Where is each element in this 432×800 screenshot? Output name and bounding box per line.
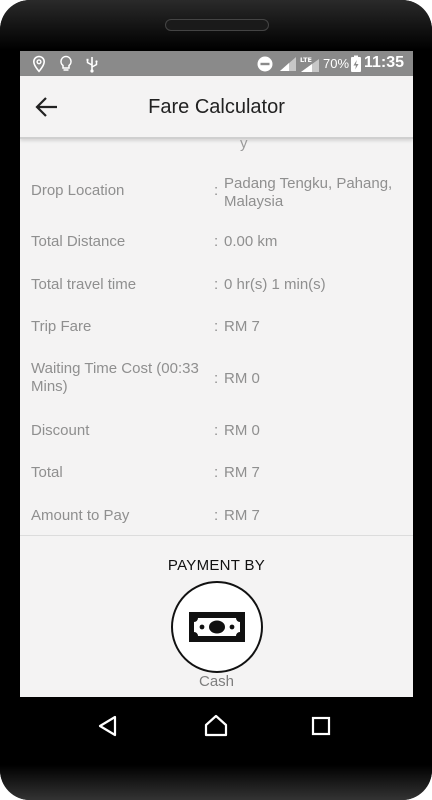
- fare-row-separator: :: [214, 233, 219, 250]
- home-circle-icon[interactable]: [203, 713, 229, 739]
- fare-row-value: RM 7: [224, 507, 260, 524]
- fare-row-label: Total travel time: [31, 276, 137, 293]
- recents-square-icon[interactable]: [308, 713, 334, 739]
- location-pin-icon: [32, 55, 46, 73]
- lightbulb-icon: [60, 55, 72, 71]
- battery-charging-icon: [351, 55, 361, 72]
- payment-title: PAYMENT BY: [167, 557, 266, 574]
- do-not-disturb-icon: [257, 56, 273, 72]
- fare-row-value: 0.00 km: [224, 233, 278, 250]
- fare-row-separator: :: [214, 318, 219, 335]
- page-title: Fare Calculator: [148, 96, 285, 118]
- usb-icon: [86, 57, 98, 73]
- status-time: 11:35: [364, 54, 405, 71]
- android-nav-bar: [0, 697, 432, 765]
- screen: LTE 70% 11:35 Fare Calculator y Drop Loc…: [20, 51, 413, 697]
- fare-row-label: Total: [31, 464, 63, 481]
- battery-percent: 70%: [323, 56, 350, 71]
- fare-row-value: RM 7: [224, 318, 260, 335]
- cut-off-text: y: [240, 135, 248, 152]
- section-divider: [20, 535, 413, 536]
- signal-icon: [280, 57, 296, 71]
- fare-row-separator: :: [214, 182, 219, 199]
- fare-row-label: Waiting Time Cost (00:33 Mins): [31, 360, 199, 395]
- app-bar: Fare Calculator: [20, 76, 413, 139]
- cash-payment-button[interactable]: [171, 581, 263, 673]
- fare-row-separator: :: [214, 464, 219, 481]
- fare-row-separator: :: [214, 507, 219, 524]
- svg-text:LTE: LTE: [300, 56, 312, 64]
- fare-row-label: Drop Location: [31, 182, 125, 199]
- cash-label: Cash: [198, 673, 235, 690]
- fare-row-value: 0 hr(s) 1 min(s): [224, 276, 326, 293]
- fare-row-value: RM 7: [224, 464, 260, 481]
- fare-row-label: Discount: [31, 422, 90, 439]
- cash-banknote-icon: [189, 612, 245, 642]
- fare-row-separator: :: [214, 276, 219, 293]
- phone-frame: LTE 70% 11:35 Fare Calculator y Drop Loc…: [0, 0, 432, 800]
- fare-row-separator: :: [214, 422, 219, 439]
- fare-row-label: Total Distance: [31, 233, 126, 250]
- fare-row-value: RM 0: [224, 370, 260, 387]
- fare-row-value: Padang Tengku, Pahang, Malaysia: [224, 175, 393, 210]
- fare-row-label: Trip Fare: [31, 318, 92, 335]
- phone-speaker: [165, 19, 269, 31]
- back-triangle-icon[interactable]: [95, 713, 121, 739]
- fare-row-separator: :: [214, 370, 219, 387]
- fare-row-label: Amount to Pay: [31, 507, 130, 524]
- status-bar: LTE 70% 11:35: [20, 51, 413, 76]
- phone-bottom-bezel: [0, 765, 432, 800]
- fare-row-value: RM 0: [224, 422, 260, 439]
- lte-signal-icon: LTE: [300, 56, 319, 72]
